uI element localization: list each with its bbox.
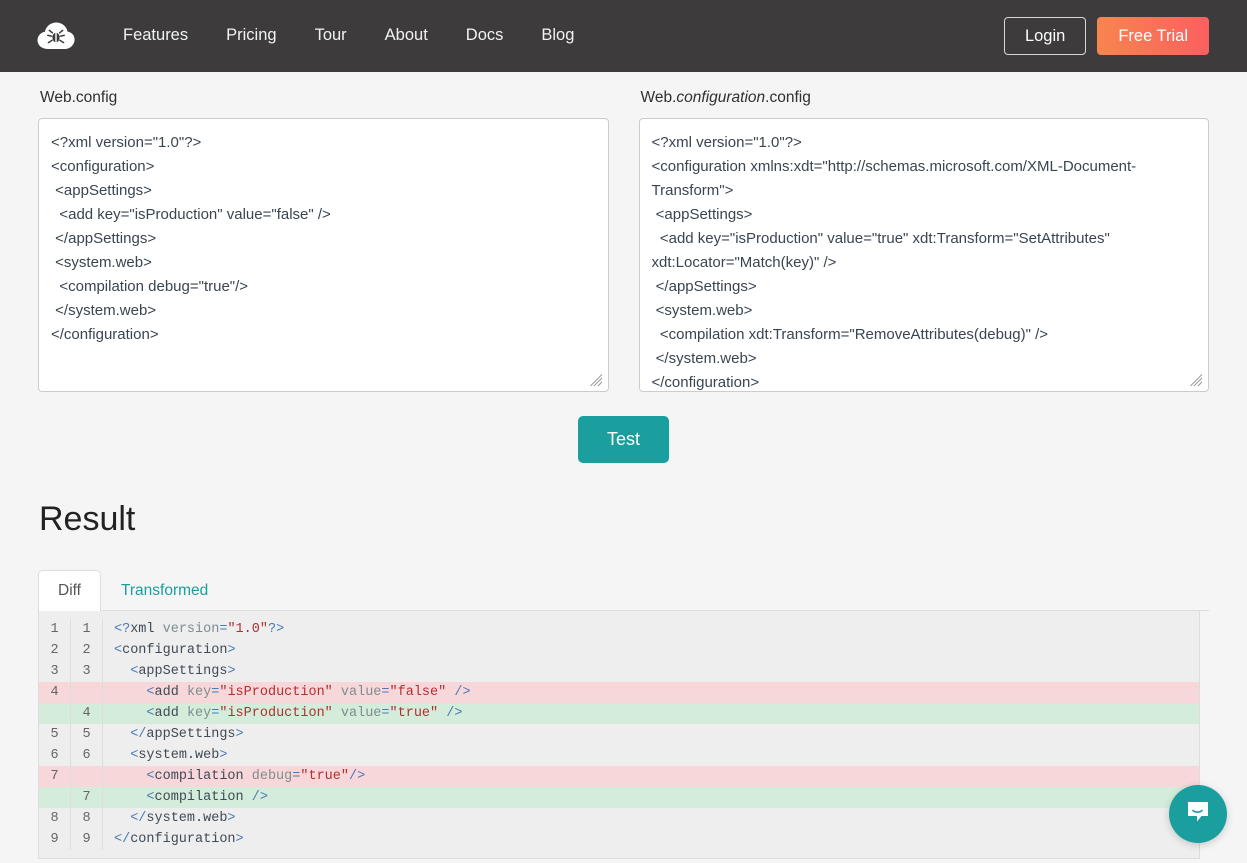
source-config-column: Web.config <?xml version="1.0"?> <config… (38, 88, 609, 389)
nav-link-blog[interactable]: Blog (522, 20, 593, 52)
diff-row: 4 <add key="isProduction" value="false" … (39, 682, 1199, 703)
diff-row: 99</configuration> (39, 829, 1199, 850)
transform-label-italic: configuration (676, 89, 765, 106)
diff-line-number-left: 3 (39, 661, 71, 682)
result-heading: Result (39, 501, 1209, 538)
diff-line-number-right: 1 (71, 619, 103, 640)
diff-code-line: <compilation /> (103, 787, 1199, 808)
tab-diff[interactable]: Diff (38, 570, 101, 611)
test-button-row: Test (0, 389, 1247, 463)
diff-code-line: <compilation debug="true"/> (103, 766, 1199, 787)
diff-row: 66 <system.web> (39, 745, 1199, 766)
diff-row: 7 <compilation debug="true"/> (39, 766, 1199, 787)
diff-row: 88 </system.web> (39, 808, 1199, 829)
diff-code-line: </system.web> (103, 808, 1199, 829)
diff-line-number-left: 4 (39, 682, 71, 703)
test-button[interactable]: Test (578, 416, 669, 463)
diff-line-number-left (39, 703, 71, 724)
site-logo[interactable] (30, 14, 82, 58)
diff-line-number-left: 2 (39, 640, 71, 661)
diff-code-line: <?xml version="1.0"?> (103, 619, 1199, 640)
chat-smile-icon (1183, 797, 1213, 832)
diff-code-line: </appSettings> (103, 724, 1199, 745)
transform-label-prefix: Web. (641, 89, 677, 106)
diff-code-line: <add key="isProduction" value="false" /> (103, 682, 1199, 703)
transform-config-column: Web.configuration.config <?xml version="… (639, 88, 1210, 389)
tab-transformed[interactable]: Transformed (101, 570, 228, 611)
result-section: Result Diff Transformed 11<?xml version=… (0, 463, 1247, 859)
editor-panels: Web.config <?xml version="1.0"?> <config… (0, 72, 1247, 389)
diff-line-number-right (71, 682, 103, 703)
source-config-textarea[interactable]: <?xml version="1.0"?> <configuration> <a… (38, 118, 609, 392)
diff-line-number-left: 9 (39, 829, 71, 850)
diff-code-line: </configuration> (103, 829, 1199, 850)
diff-code-line: <appSettings> (103, 661, 1199, 682)
diff-line-number-right: 8 (71, 808, 103, 829)
nav-link-docs[interactable]: Docs (447, 20, 523, 52)
nav-link-about[interactable]: About (366, 20, 447, 52)
transform-config-label: Web.configuration.config (641, 88, 1210, 108)
main-nav: Features Pricing Tour About Docs Blog (104, 20, 593, 52)
free-trial-button[interactable]: Free Trial (1097, 17, 1209, 56)
diff-line-number-left (39, 787, 71, 808)
chat-launcher-button[interactable] (1169, 785, 1227, 843)
diff-row: 33 <appSettings> (39, 661, 1199, 682)
diff-line-number-right: 2 (71, 640, 103, 661)
diff-row: 7 <compilation /> (39, 787, 1199, 808)
diff-line-number-left: 7 (39, 766, 71, 787)
top-navbar: Features Pricing Tour About Docs Blog Lo… (0, 0, 1247, 72)
diff-line-number-right: 9 (71, 829, 103, 850)
diff-code-line: <add key="isProduction" value="true" /> (103, 703, 1199, 724)
cloud-bug-icon (36, 20, 76, 52)
result-tabs: Diff Transformed (38, 570, 1209, 611)
diff-row: 4 <add key="isProduction" value="true" /… (39, 703, 1199, 724)
diff-line-number-right: 6 (71, 745, 103, 766)
diff-line-number-left: 8 (39, 808, 71, 829)
diff-row: 22<configuration> (39, 640, 1199, 661)
diff-line-number-left: 6 (39, 745, 71, 766)
transform-config-textarea[interactable]: <?xml version="1.0"?> <configuration xml… (639, 118, 1210, 392)
login-button[interactable]: Login (1004, 17, 1086, 56)
nav-link-tour[interactable]: Tour (296, 20, 366, 52)
diff-viewer[interactable]: 11<?xml version="1.0"?>22<configuration>… (38, 611, 1200, 859)
diff-code-line: <configuration> (103, 640, 1199, 661)
diff-line-number-right: 5 (71, 724, 103, 745)
source-config-label: Web.config (40, 88, 609, 108)
nav-link-features[interactable]: Features (104, 20, 207, 52)
diff-row: 11<?xml version="1.0"?> (39, 619, 1199, 640)
diff-line-number-left: 1 (39, 619, 71, 640)
diff-code-line: <system.web> (103, 745, 1199, 766)
diff-line-number-right: 4 (71, 703, 103, 724)
diff-line-number-right: 7 (71, 787, 103, 808)
diff-row: 55 </appSettings> (39, 724, 1199, 745)
diff-line-number-left: 5 (39, 724, 71, 745)
transform-label-suffix: .config (765, 89, 811, 106)
diff-line-number-right: 3 (71, 661, 103, 682)
navbar-actions: Login Free Trial (1004, 17, 1209, 56)
diff-line-number-right (71, 766, 103, 787)
nav-link-pricing[interactable]: Pricing (207, 20, 295, 52)
